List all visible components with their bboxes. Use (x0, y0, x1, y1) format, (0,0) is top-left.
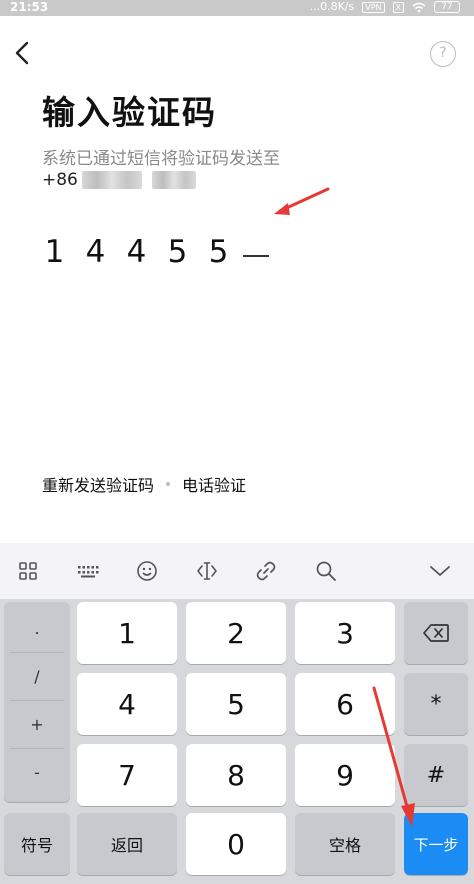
keyboard-icon[interactable] (74, 557, 102, 585)
battery-indicator: 77 (434, 1, 460, 13)
divider (10, 700, 64, 701)
alt-actions: 重新发送验证码 电话验证 (42, 472, 246, 496)
sim-badge: X (392, 1, 404, 13)
page-subtitle: 系统已通过短信将验证码发送至 (42, 149, 280, 169)
key-3[interactable]: 3 (295, 602, 395, 664)
key-4[interactable]: 4 (77, 673, 177, 735)
emoji-icon[interactable] (133, 557, 161, 585)
code-digit: 1 (44, 234, 65, 270)
backspace-icon (423, 624, 449, 642)
phone-prefix: +86 (42, 170, 78, 190)
return-button[interactable]: 返回 (77, 813, 177, 875)
key-hash[interactable]: # (404, 744, 468, 806)
code-digit: 5 (167, 234, 188, 270)
key-2[interactable]: 2 (186, 602, 286, 664)
status-time: 21:53 (10, 0, 49, 14)
code-cursor (243, 255, 269, 257)
chevron-left-icon (15, 41, 29, 65)
help-button[interactable]: ? (430, 41, 456, 67)
code-digit: 5 (208, 234, 229, 270)
symbols-button[interactable]: 符号 (4, 813, 70, 875)
numeric-keyboard: . / + - 1 2 3 4 5 6 7 8 9 * # 符号 返回 0 空格… (0, 543, 474, 884)
key-6[interactable]: 6 (295, 673, 395, 735)
key-0[interactable]: 0 (186, 813, 286, 875)
next-step-button[interactable]: 下一步 (404, 813, 468, 875)
key-asterisk[interactable]: * (404, 673, 468, 735)
network-speed: ...0.8K/s (309, 0, 355, 13)
key-7[interactable]: 7 (77, 744, 177, 806)
back-button[interactable] (8, 36, 38, 70)
symbol-column: . / + - (4, 602, 70, 802)
code-digit: 4 (85, 234, 106, 270)
key-1[interactable]: 1 (77, 602, 177, 664)
divider (10, 748, 64, 749)
vpn-badge: VPN (362, 1, 385, 13)
collapse-down-icon[interactable] (426, 557, 454, 585)
key-9[interactable]: 9 (295, 744, 395, 806)
status-bar: 21:53 ...0.8K/s VPN X 77 (0, 0, 474, 16)
space-button[interactable]: 空格 (295, 813, 395, 875)
key-minus[interactable]: - (4, 750, 70, 794)
key-8[interactable]: 8 (186, 744, 286, 806)
code-digit: 4 (126, 234, 147, 270)
key-5[interactable]: 5 (186, 673, 286, 735)
delete-button[interactable] (404, 602, 468, 664)
page-title: 输入验证码 (42, 93, 217, 132)
divider (10, 652, 64, 653)
key-period[interactable]: . (4, 606, 70, 650)
phone-number: +86 (42, 170, 196, 190)
annotation-arrow-icon (274, 187, 330, 215)
key-plus[interactable]: + (4, 702, 70, 746)
voice-verify-link[interactable]: 电话验证 (182, 472, 246, 496)
key-slash[interactable]: / (4, 654, 70, 698)
question-circle-icon: ? (439, 45, 447, 61)
wifi-icon (412, 2, 426, 12)
status-indicators: ...0.8K/s VPN X 77 (310, 0, 460, 14)
redacted-block (151, 171, 196, 189)
grid-icon[interactable] (14, 557, 42, 585)
separator-dot (166, 482, 171, 486)
search-icon[interactable] (312, 557, 340, 585)
link-icon[interactable] (252, 557, 280, 585)
resend-code-link[interactable]: 重新发送验证码 (42, 472, 154, 496)
keyboard-toolbar (0, 543, 474, 599)
redacted-block (81, 171, 142, 189)
verification-code-input[interactable]: 1 4 4 5 5 (34, 234, 269, 270)
cursor-icon[interactable] (193, 557, 221, 585)
